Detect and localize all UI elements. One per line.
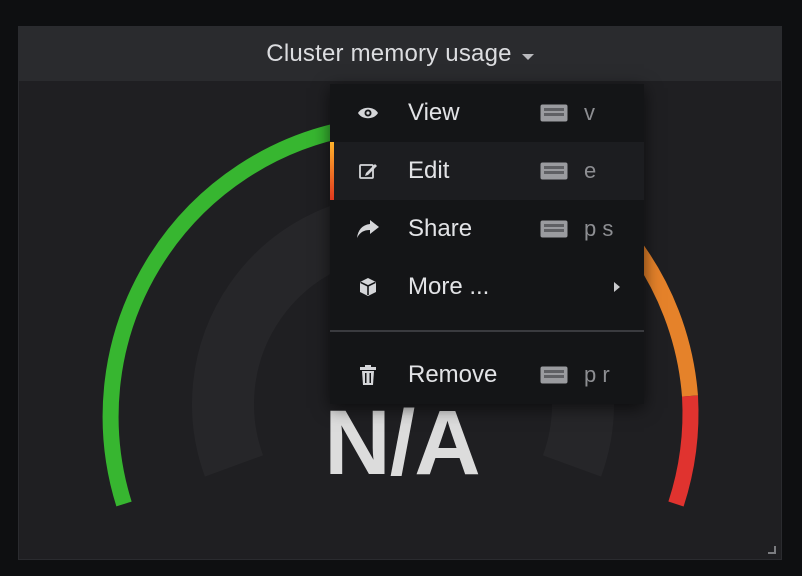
- edit-icon: [356, 159, 380, 183]
- menu-item-shortcut: p s: [584, 216, 614, 241]
- share-icon: [356, 217, 380, 241]
- menu-item-shortcut: v: [584, 100, 595, 125]
- panel-menu: View v Edit e Share p s More ... Remove …: [330, 84, 644, 404]
- menu-item-share[interactable]: Share p s: [330, 200, 644, 258]
- menu-item-edit[interactable]: Edit e: [330, 142, 644, 200]
- menu-item-label: View: [408, 99, 460, 126]
- cube-icon: [356, 275, 380, 299]
- menu-item-view[interactable]: View v: [330, 84, 644, 142]
- menu-item-label: Edit: [408, 157, 450, 184]
- menu-item-shortcut: p r: [584, 362, 610, 387]
- menu-item-shortcut: e: [584, 158, 597, 183]
- menu-divider: [330, 330, 644, 332]
- dashboard-background: Cluster memory usage N/A View v Edit e S…: [0, 0, 802, 576]
- gauge-threshold-red: [668, 395, 699, 507]
- keyboard-icon: [540, 104, 568, 122]
- menu-item-remove[interactable]: Remove p r: [330, 346, 644, 404]
- resize-handle-icon[interactable]: [768, 546, 776, 554]
- chevron-right-icon: [614, 282, 620, 292]
- keyboard-icon: [540, 162, 568, 180]
- menu-item-label: More ...: [408, 273, 490, 300]
- trash-icon: [356, 363, 380, 387]
- gauge-value: N/A: [324, 392, 480, 494]
- menu-item-label: Remove: [408, 361, 498, 388]
- keyboard-icon: [540, 220, 568, 238]
- keyboard-icon: [540, 366, 568, 384]
- eye-icon: [356, 101, 380, 125]
- menu-item-more[interactable]: More ...: [330, 258, 644, 316]
- menu-item-label: Share: [408, 215, 473, 242]
